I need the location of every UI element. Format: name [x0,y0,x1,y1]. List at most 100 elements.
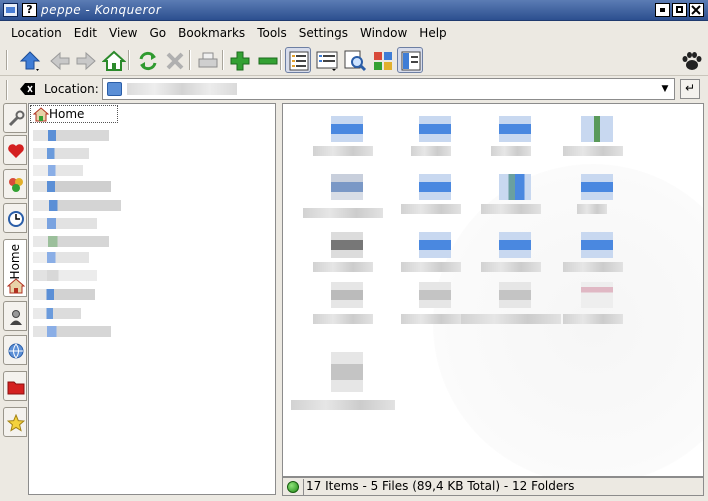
home-icon [7,278,25,294]
tree-item-redacted[interactable] [33,326,111,337]
sidebar-tree[interactable]: Home [28,103,276,495]
list-item[interactable] [391,228,471,284]
sidebar-tab-services[interactable] [3,335,27,365]
sidebar-tab-config[interactable] [3,103,27,133]
go-button[interactable]: ↵ [680,79,700,99]
menu-view[interactable]: View [103,26,143,40]
item-label-redacted [303,208,383,218]
folder-icon [419,116,451,142]
menu-settings[interactable]: Settings [293,26,354,40]
folder-icon [499,232,531,258]
help-button[interactable]: ? [22,3,37,17]
history-colors-icon [9,178,23,192]
file-icon-view[interactable] [282,103,704,477]
toolbar-handle[interactable] [6,50,8,70]
list-item[interactable] [461,278,561,334]
zoom-in-button[interactable] [226,47,252,73]
menu-window[interactable]: Window [354,26,413,40]
item-label-redacted [461,314,561,324]
menu-go[interactable]: Go [144,26,173,40]
list-item[interactable] [303,170,383,226]
list-item[interactable] [553,170,633,226]
list-item[interactable] [553,278,633,334]
stop-button[interactable] [161,47,187,73]
menu-bookmarks[interactable]: Bookmarks [172,26,251,40]
location-field[interactable]: ▼ [102,78,675,100]
sidebar-tab-root-folder[interactable] [3,371,27,401]
tree-item-home[interactable]: Home [30,105,118,123]
folder-icon [499,174,531,200]
list-item[interactable] [391,170,471,226]
list-item[interactable] [471,170,551,226]
sidebar-tab-clock[interactable] [3,203,27,233]
clear-location-button[interactable] [20,82,36,96]
item-label-redacted [491,146,531,156]
close-button[interactable] [689,3,704,17]
back-button[interactable] [46,47,72,73]
sidebar-toggle-button[interactable] [397,47,423,73]
tree-item-redacted[interactable] [33,218,97,229]
list-item[interactable] [303,278,383,334]
forward-button[interactable] [72,47,98,73]
status-bar: 17 Items - 5 Files (89,4 KB Total) - 12 … [282,477,704,496]
tree-item-redacted[interactable] [33,289,95,300]
list-item[interactable] [553,228,633,284]
menu-edit[interactable]: Edit [68,26,103,40]
sidebar-tab-bookmarks[interactable] [3,135,27,165]
zoom-out-button[interactable] [254,47,280,73]
list-item[interactable] [291,348,395,410]
location-input[interactable] [127,81,647,97]
icon-view-button[interactable] [285,47,311,73]
clock-icon [8,211,24,227]
list-item[interactable] [391,278,471,334]
enter-icon: ↵ [684,81,696,95]
view-mode-button[interactable] [369,47,395,73]
home-button[interactable] [100,47,126,73]
menu-tools[interactable]: Tools [251,26,293,40]
zoom-in-icon [230,51,250,71]
list-item[interactable] [303,112,383,168]
detail-view-button[interactable] [313,47,339,73]
up-button[interactable] [16,47,42,73]
locationbar-handle[interactable] [6,80,8,100]
tree-item-redacted[interactable] [33,200,121,211]
location-label: Location: [44,82,99,96]
print-button[interactable] [194,47,220,73]
tree-item-redacted[interactable] [33,236,109,247]
list-item[interactable] [391,112,471,168]
title-bar[interactable]: ? peppe - Konqueror [0,0,708,21]
home-icon [33,107,49,122]
item-label-redacted [577,204,607,214]
sidebar-tab-history[interactable] [3,169,27,199]
menu-help[interactable]: Help [413,26,452,40]
sidebar-tab-home[interactable]: Home [3,239,27,297]
menu-location[interactable]: Location [5,26,68,40]
kde-throbber[interactable] [678,47,704,73]
sidebar-tab-favorites[interactable] [3,407,27,437]
tree-item-redacted[interactable] [33,308,81,319]
list-item[interactable] [471,112,551,168]
tree-item-redacted[interactable] [33,148,89,159]
reload-button[interactable] [134,47,160,73]
sidebar-tab-network[interactable] [3,301,27,331]
minimize-button[interactable] [655,3,670,17]
find-button[interactable] [341,47,367,73]
status-led-icon[interactable] [287,481,299,493]
file-icon [581,282,613,308]
tree-item-redacted[interactable] [33,252,89,263]
maximize-button[interactable] [672,3,687,17]
folder-icon [107,82,122,96]
tree-item-redacted[interactable] [33,270,97,281]
list-item[interactable] [553,112,633,168]
tree-item-redacted[interactable] [33,165,83,176]
chevron-down-icon[interactable]: ▼ [658,82,672,96]
star-icon [7,414,25,432]
tree-item-redacted[interactable] [33,181,111,192]
file-icon [331,282,363,308]
tree-item-redacted[interactable] [33,130,109,141]
list-item[interactable] [303,228,383,284]
tree-item-home-label: Home [49,107,85,121]
list-item[interactable] [471,228,551,284]
item-label-redacted [481,262,541,272]
window-menu-icon[interactable] [3,3,18,17]
